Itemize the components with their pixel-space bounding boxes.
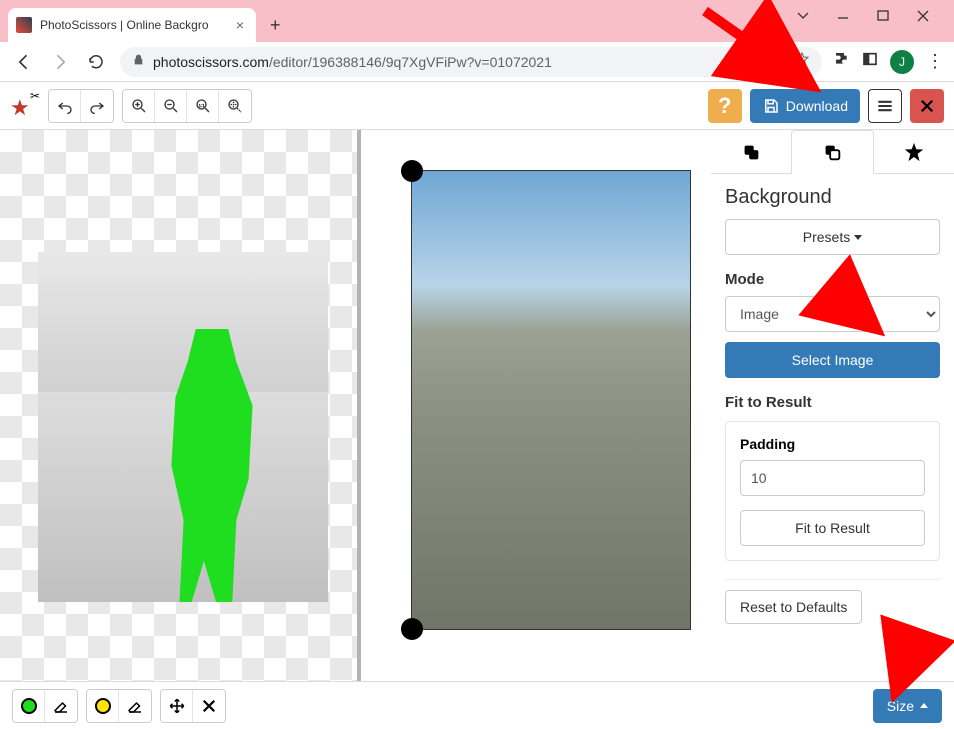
reload-button[interactable] bbox=[84, 50, 108, 74]
forward-button[interactable] bbox=[48, 50, 72, 74]
source-pane[interactable] bbox=[0, 130, 357, 681]
app-toolbar: 1:1 ? Download bbox=[0, 82, 954, 130]
divider-line bbox=[725, 579, 940, 580]
editor-main: Background Presets Mode Image Select Ima… bbox=[0, 130, 954, 681]
mode-select[interactable]: Image bbox=[725, 296, 940, 332]
save-icon bbox=[762, 97, 780, 115]
foreground-mask bbox=[171, 329, 252, 602]
sidebar-tabs bbox=[711, 130, 954, 174]
tab-effects[interactable] bbox=[874, 130, 954, 173]
fit-to-result-button[interactable]: Fit to Result bbox=[740, 510, 925, 546]
browser-menu-icon[interactable]: ⋮ bbox=[926, 51, 942, 72]
undo-button[interactable] bbox=[49, 90, 81, 122]
zoom-hundred-button[interactable]: 1:1 bbox=[187, 90, 219, 122]
move-tool-button[interactable] bbox=[161, 690, 193, 722]
reset-defaults-button[interactable]: Reset to Defaults bbox=[725, 590, 862, 624]
close-app-button[interactable] bbox=[910, 89, 944, 123]
back-button[interactable] bbox=[12, 50, 36, 74]
result-pane[interactable] bbox=[361, 130, 711, 681]
padding-label: Padding bbox=[740, 436, 925, 452]
minimize-icon[interactable] bbox=[836, 8, 850, 27]
favicon-icon bbox=[16, 17, 32, 33]
green-marker-icon bbox=[21, 698, 37, 714]
chevron-down-icon[interactable] bbox=[796, 8, 810, 27]
resize-handle-top-left[interactable] bbox=[401, 160, 423, 182]
select-image-button[interactable]: Select Image bbox=[725, 342, 940, 378]
tab-title: PhotoScissors | Online Backgro bbox=[40, 18, 228, 32]
close-tab-icon[interactable]: × bbox=[236, 17, 244, 33]
sidebar-panel: Background Presets Mode Image Select Ima… bbox=[711, 130, 954, 681]
tab-foreground[interactable] bbox=[711, 130, 791, 173]
add-background-button[interactable] bbox=[87, 690, 119, 722]
maximize-icon[interactable] bbox=[876, 8, 890, 27]
url-bar[interactable]: photoscissors.com/editor/196388146/9q7Xg… bbox=[120, 47, 822, 77]
svg-text:1:1: 1:1 bbox=[198, 102, 205, 107]
app-logo-icon bbox=[10, 91, 40, 121]
url-text: photoscissors.com/editor/196388146/9q7Xg… bbox=[153, 54, 552, 70]
menu-button[interactable] bbox=[868, 89, 902, 123]
source-image bbox=[38, 252, 328, 602]
download-button[interactable]: Download bbox=[750, 89, 860, 123]
zoom-fit-button[interactable] bbox=[219, 90, 251, 122]
new-tab-button[interactable]: + bbox=[270, 15, 281, 36]
mode-label: Mode bbox=[725, 271, 940, 288]
presets-dropdown[interactable]: Presets bbox=[725, 219, 940, 255]
browser-titlebar: PhotoScissors | Online Backgro × + bbox=[0, 0, 954, 42]
fit-to-result-label: Fit to Result bbox=[725, 394, 940, 411]
yellow-marker-icon bbox=[95, 698, 111, 714]
window-controls bbox=[796, 0, 954, 27]
lock-icon bbox=[132, 53, 145, 71]
bottom-toolbar: Size bbox=[0, 681, 954, 729]
redo-button[interactable] bbox=[81, 90, 113, 122]
bookmark-star-icon[interactable] bbox=[794, 51, 810, 72]
caret-up-icon bbox=[920, 703, 928, 708]
erase-foreground-button[interactable] bbox=[45, 690, 77, 722]
size-dropdown-button[interactable]: Size bbox=[873, 689, 942, 723]
caret-down-icon bbox=[854, 235, 862, 240]
extensions-icon[interactable] bbox=[834, 51, 850, 72]
browser-tab[interactable]: PhotoScissors | Online Backgro × bbox=[8, 8, 256, 42]
delete-tool-button[interactable] bbox=[193, 690, 225, 722]
help-button[interactable]: ? bbox=[708, 89, 742, 123]
close-window-icon[interactable] bbox=[916, 8, 930, 27]
zoom-out-button[interactable] bbox=[155, 90, 187, 122]
panel-icon[interactable] bbox=[862, 51, 878, 72]
zoom-in-button[interactable] bbox=[123, 90, 155, 122]
profile-avatar[interactable]: J bbox=[890, 50, 914, 74]
tab-background[interactable] bbox=[791, 130, 873, 174]
erase-background-button[interactable] bbox=[119, 690, 151, 722]
browser-address-bar: photoscissors.com/editor/196388146/9q7Xg… bbox=[0, 42, 954, 82]
padding-input[interactable] bbox=[740, 460, 925, 496]
result-image[interactable] bbox=[411, 170, 691, 630]
resize-handle-bottom-left[interactable] bbox=[401, 618, 423, 640]
add-foreground-button[interactable] bbox=[13, 690, 45, 722]
download-label: Download bbox=[786, 98, 848, 114]
sidebar-title: Background bbox=[725, 186, 940, 209]
